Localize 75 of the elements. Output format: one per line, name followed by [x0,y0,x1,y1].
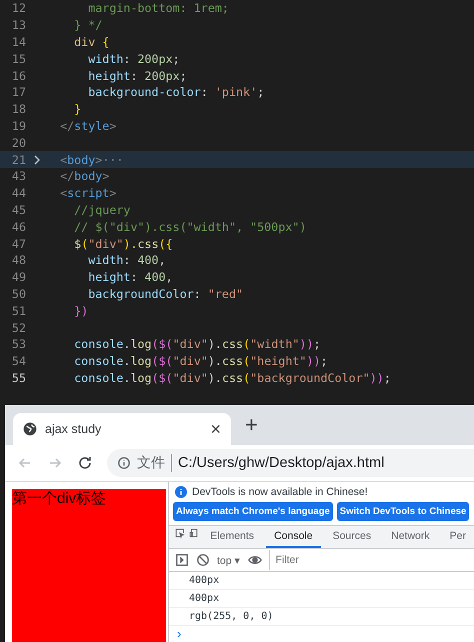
line-number: 52 [10,320,26,335]
context-dropdown[interactable]: top ▾ [217,554,241,566]
code-line: console.log($("div").css("backgroundColor")); [73,370,391,385]
line-number: 21 [10,152,26,167]
code-line: background-color: 'pink'; [87,85,264,100]
code-line: //jquery [73,202,130,217]
devtools-tab[interactable]: Console [266,526,321,548]
address-bar[interactable]: 文件 C:/Users/ghw/Desktop/ajax.html [107,449,474,477]
code-line: }) [73,304,88,318]
line-number: 47 [10,236,26,251]
close-icon[interactable]: × [210,420,221,438]
devtools-tab[interactable]: Network [383,526,438,548]
info-icon [175,486,187,498]
line-number: 17 [10,85,26,100]
inspect-icon[interactable] [175,526,185,540]
line-number: 49 [10,270,26,284]
console-output: 400px [169,572,474,590]
line-number: 53 [10,337,26,352]
code-line: console.log($("div").css("width")); [73,337,321,352]
line-number: 55 [10,370,26,385]
line-number: 48 [10,253,26,268]
code-line: width: 400, [87,253,166,268]
chevron-icon[interactable] [32,154,42,165]
line-number: 14 [10,34,26,49]
code-line: height: 400, [87,270,173,284]
code-line: <script> [59,186,116,200]
notice-text: DevTools is now available in Chinese! [192,486,368,498]
line-number: 51 [10,304,26,318]
globe-icon [23,422,37,436]
reload-icon[interactable] [77,455,93,471]
line-number: 50 [10,286,26,301]
line-number: 54 [10,354,26,368]
block-icon[interactable] [196,553,210,567]
code-line: $("div").css({ [73,236,173,251]
line-number: 16 [10,68,26,83]
scheme-label: 文件 [137,454,172,472]
code-line: <body>··· [59,152,124,167]
line-number: 46 [10,220,26,234]
code-line: height: 200px; [87,68,187,83]
language-button[interactable]: Always match Chrome's language [173,502,333,521]
language-button[interactable]: Switch DevTools to Chinese [336,502,470,521]
info-icon [117,456,131,470]
line-number: 20 [10,136,26,150]
devtools-tab[interactable]: Per [442,526,474,548]
code-line: width: 200px; [87,52,180,66]
code-line: </body> [59,169,110,184]
sidebar-icon[interactable] [175,553,189,567]
code-line: console.log($("div").css("height")); [73,354,328,368]
line-number: 43 [10,169,26,184]
page-div: 第一个div标签 [12,489,166,642]
code-line: // $("div").css("width", "500px") [73,220,306,234]
console-prompt[interactable]: › [169,626,474,641]
browser-tab[interactable]: ajax study × [13,413,231,445]
devtools-tab[interactable]: Elements [202,526,262,548]
code-line: </style> [59,118,116,133]
code-line: div { [73,34,110,49]
devtools-tab[interactable]: Sources [324,526,380,548]
device-icon[interactable] [188,526,198,540]
console-output: 400px [169,590,474,608]
code-line: backgroundColor: "red" [87,286,244,301]
line-number: 44 [10,186,26,200]
code-line: } [73,102,82,116]
tab-title: ajax study [45,422,102,436]
console-output: rgb(255, 0, 0) [169,608,474,626]
line-number: 12 [10,1,26,16]
url-text: C:/Users/ghw/Desktop/ajax.html [178,455,384,471]
code-line: } */ [73,18,102,32]
code-line: margin-bottom: 1rem; [87,1,229,16]
eye-icon[interactable] [248,553,262,567]
line-number: 19 [10,118,26,133]
line-number: 45 [10,202,26,217]
line-number: 18 [10,102,26,116]
new-tab-button[interactable]: + [245,414,258,436]
line-number: 13 [10,18,26,32]
line-number: 15 [10,52,26,66]
